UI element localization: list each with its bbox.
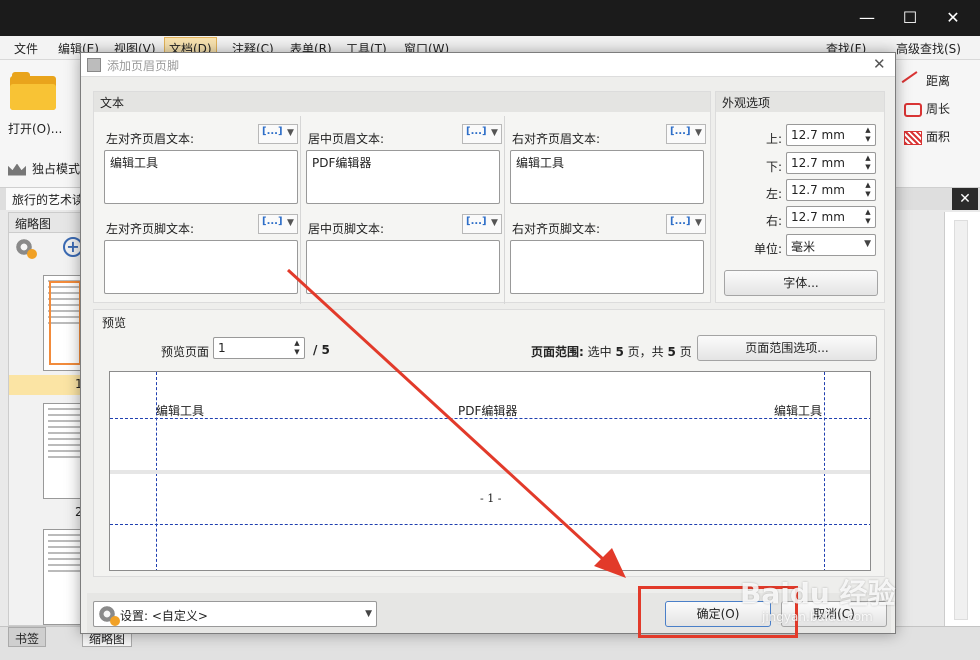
annotation-arrow xyxy=(286,268,626,578)
watermark-url: jingyan.baidu.com xyxy=(762,610,873,624)
watermark-logo: Baidu 经验 xyxy=(740,577,896,610)
